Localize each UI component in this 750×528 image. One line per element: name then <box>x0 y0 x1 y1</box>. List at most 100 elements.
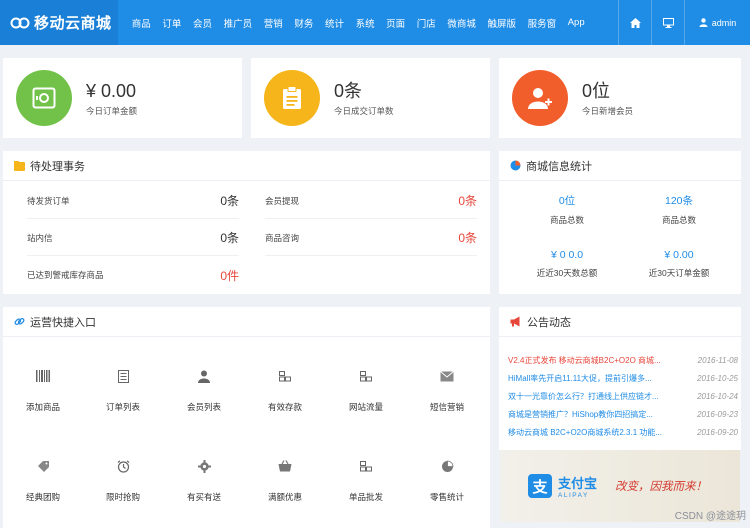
quick-retail-stats[interactable]: 零售统计 <box>407 457 487 503</box>
nav-item-promoters[interactable]: 推广员 <box>218 16 258 30</box>
quick-deposits[interactable]: 有效存款 <box>245 367 325 413</box>
todo-value: 0条 <box>458 194 477 208</box>
shop-stat-value: ¥ 0 0.0 <box>550 249 584 261</box>
shop-stat-label: 近近30天数总额 <box>536 268 598 278</box>
quick-label: 订单列表 <box>105 402 140 412</box>
nav-item-members[interactable]: 会员 <box>187 16 218 30</box>
notice-item[interactable]: 移动云商城 B2C+O2O商城系统2.3.1 功能... 2016-09-20 <box>508 423 738 441</box>
barcode-icon <box>36 370 50 382</box>
nav-item-system[interactable]: 系统 <box>350 16 381 30</box>
shop-stat-label: 商品总数 <box>661 215 696 225</box>
alipay-slogan: 改变，因我而来！ <box>615 479 708 493</box>
todo-value: 0条 <box>458 231 477 245</box>
nav-item-marketing[interactable]: 营销 <box>258 16 289 30</box>
user-icon <box>198 370 210 383</box>
stat-today-members: 0位 今日新增会员 <box>499 58 741 138</box>
nav-item-statistics[interactable]: 统计 <box>319 16 350 30</box>
grid-icon <box>279 370 291 381</box>
notice-item[interactable]: HiMall率先开启11.11大促，提前引爆多... 2016-10-25 <box>508 369 738 387</box>
todo-panel-header: 待处理事务 <box>3 151 490 181</box>
todo-panel: 待处理事务 待发货订单 0条 会员提现 0条 站内信 0条 商品咨询 0条 已达… <box>3 151 490 294</box>
megaphone-icon <box>510 316 522 327</box>
notice-item[interactable]: 双十一光靠价怎么行？打通线上供应链才... 2016-10-24 <box>508 387 738 405</box>
quick-member-list[interactable]: 会员列表 <box>164 367 244 413</box>
todo-label: 会员提现 <box>265 195 300 206</box>
todo-value: 0件 <box>220 268 239 283</box>
stat-value: 0条 <box>334 80 363 101</box>
todo-row-consultation[interactable]: 商品咨询 0条 <box>265 220 477 256</box>
pie-chart-icon <box>510 160 521 171</box>
shop-stat-label: 商品总数 <box>549 215 584 225</box>
stat-value: ¥ 0.00 <box>86 80 137 101</box>
alipay-text: 支付宝 ALIPAY <box>558 473 597 499</box>
top-navbar: 移动云商城 商品 订单 会员 推广员 营销 财务 统计 系统 页面 门店 微商城… <box>0 0 750 45</box>
add-user-icon <box>512 70 568 126</box>
quick-order-list[interactable]: 订单列表 <box>83 367 163 413</box>
notice-text: V2.4正式发布 移动云商城B2C+O2O 商城... <box>508 355 661 365</box>
todo-label: 待发货订单 <box>27 195 70 206</box>
shop-stats-panel: 商城信息统计 0位 商品总数 120条 商品总数 ¥ 0 0.0 近近30天数总… <box>499 151 741 294</box>
list-doc-icon <box>117 369 129 383</box>
quick-full-discount[interactable]: 满额优惠 <box>245 457 325 503</box>
quick-label: 有效存款 <box>267 402 302 412</box>
safe-icon <box>16 70 72 126</box>
notice-text: HiMall率先开启11.11大促，提前引爆多... <box>508 373 652 383</box>
todo-row-low-stock[interactable]: 已达到警戒库存商品 0件 <box>27 257 239 293</box>
quick-label: 满额优惠 <box>267 492 302 502</box>
shop-stat-item: ¥ 0.00 近30天订单金额 <box>639 249 719 279</box>
todo-row-pending-shipment[interactable]: 待发货订单 0条 <box>27 183 239 219</box>
monitor-button[interactable] <box>651 0 684 45</box>
quick-buy-get-free[interactable]: 有买有送 <box>164 457 244 503</box>
shop-stat-value: ¥ 0.00 <box>664 249 694 261</box>
notice-item[interactable]: 商城是营销推广？HiShop教你四招搞定... 2016-09-23 <box>508 405 738 423</box>
nav-item-wechat-shop[interactable]: 微商城 <box>442 16 482 30</box>
todo-label: 已达到警戒库存商品 <box>27 270 104 280</box>
tag-icon <box>37 460 49 472</box>
todo-label: 站内信 <box>27 232 53 243</box>
clipboard-icon <box>264 70 320 126</box>
notice-item[interactable]: V2.4正式发布 移动云商城B2C+O2O 商城... 2016-11-08 <box>508 351 738 369</box>
todo-value: 0条 <box>220 231 239 245</box>
quick-wholesale[interactable]: 单品批发 <box>326 457 406 503</box>
notice-date: 2016-11-08 <box>697 355 738 365</box>
stat-label: 今日成交订单数 <box>334 105 394 116</box>
shop-stat-value: 0位 <box>558 195 576 207</box>
notice-date: 2016-10-24 <box>697 391 738 401</box>
home-button[interactable] <box>618 0 651 45</box>
nav-item-goods[interactable]: 商品 <box>126 16 157 30</box>
brand-name: 移动云商城 <box>34 15 112 32</box>
nav-item-touch[interactable]: 触屏版 <box>482 16 522 30</box>
nav-item-pages[interactable]: 页面 <box>380 16 411 30</box>
notice-title: 公告动态 <box>527 316 571 329</box>
alipay-name: 支付宝 <box>558 476 598 491</box>
nav-right: admin <box>618 0 750 45</box>
quick-site-traffic[interactable]: 网站流量 <box>326 367 406 413</box>
todo-row-messages[interactable]: 站内信 0条 <box>27 220 239 256</box>
grid-icon <box>360 460 372 471</box>
gear-icon <box>197 459 211 473</box>
quick-flash-sale[interactable]: 限时抢购 <box>83 457 163 503</box>
todo-row-withdrawal[interactable]: 会员提现 0条 <box>265 183 477 219</box>
quick-label: 有买有送 <box>186 492 221 502</box>
notice-text: 移动云商城 B2C+O2O商城系统2.3.1 功能... <box>508 427 663 437</box>
folder-icon <box>14 160 25 171</box>
nav-item-orders[interactable]: 订单 <box>157 16 188 30</box>
link-icon <box>14 316 25 327</box>
quick-sms-marketing[interactable]: 短信营销 <box>407 367 487 413</box>
quick-group-buy[interactable]: 经典团购 <box>3 457 83 503</box>
logo-icon <box>10 17 30 28</box>
nav-item-stores[interactable]: 门店 <box>411 16 442 30</box>
brand-logo[interactable]: 移动云商城 <box>0 0 118 45</box>
quick-entry-title: 运营快捷入口 <box>30 316 96 329</box>
nav-item-app[interactable]: App <box>562 17 591 28</box>
shop-stat-value: 120条 <box>664 195 694 207</box>
quick-label: 单品批发 <box>348 492 383 502</box>
grid-icon <box>360 370 372 381</box>
user-menu[interactable]: admin <box>684 0 750 45</box>
quick-add-goods[interactable]: 添加商品 <box>3 367 83 413</box>
shop-stat-label: 近30天订单金额 <box>648 268 710 278</box>
nav-item-finance[interactable]: 财务 <box>289 16 320 30</box>
quick-label: 短信营销 <box>429 402 464 412</box>
nav-item-service-window[interactable]: 服务窗 <box>522 16 562 30</box>
monitor-icon <box>662 17 674 28</box>
